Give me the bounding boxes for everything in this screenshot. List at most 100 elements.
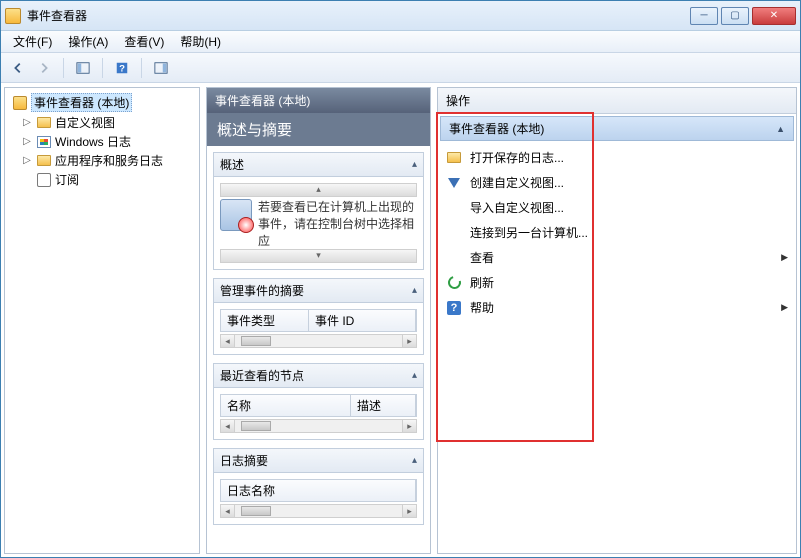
- actions-header: 操作: [438, 88, 796, 114]
- details-header: 事件查看器 (本地): [207, 88, 430, 113]
- action-import-custom-view[interactable]: 导入自定义视图...: [440, 195, 794, 220]
- scroll-left-icon[interactable]: ◂: [221, 335, 235, 347]
- window-buttons: ─ ▢ ✕: [690, 7, 796, 25]
- actions-subheader[interactable]: 事件查看器 (本地) ▲: [440, 116, 794, 141]
- grid-header: 名称 描述: [220, 394, 417, 417]
- scroll-left-icon[interactable]: ◂: [221, 505, 235, 517]
- tree-app-logs[interactable]: ▷ 应用程序和服务日志: [7, 151, 197, 170]
- action-help[interactable]: ? 帮助 ▶: [440, 295, 794, 320]
- tree-label: 应用程序和服务日志: [55, 152, 163, 169]
- content-area: 事件查看器 (本地) ▷ 自定义视图 ▷ Windows 日志 ▷ 应用程序和服…: [1, 83, 800, 557]
- back-button[interactable]: [7, 57, 29, 79]
- grid-header: 日志名称: [220, 479, 417, 502]
- submenu-arrow-icon: ▶: [781, 252, 788, 263]
- horizontal-scrollbar[interactable]: ◂ ▸: [220, 504, 417, 518]
- tree-windows-logs[interactable]: ▷ Windows 日志: [7, 132, 197, 151]
- column-name[interactable]: 名称: [221, 395, 351, 416]
- section-recent: 最近查看的节点 ▴ 名称 描述 ◂ ▸: [213, 363, 424, 440]
- app-icon: [5, 8, 21, 24]
- tree-custom-views[interactable]: ▷ 自定义视图: [7, 113, 197, 132]
- section-log-summary: 日志摘要 ▴ 日志名称 ◂ ▸: [213, 448, 424, 525]
- action-create-custom-view[interactable]: 创建自定义视图...: [440, 170, 794, 195]
- titlebar[interactable]: 事件查看器 ─ ▢ ✕: [1, 1, 800, 31]
- actions-subheader-label: 事件查看器 (本地): [449, 120, 544, 137]
- section-header[interactable]: 管理事件的摘要 ▴: [214, 279, 423, 303]
- action-label: 查看: [470, 249, 773, 266]
- scroll-left-icon[interactable]: ◂: [221, 420, 235, 432]
- help-button[interactable]: ?: [111, 57, 133, 79]
- scroll-right-icon[interactable]: ▸: [402, 335, 416, 347]
- tree-subscriptions[interactable]: 订阅: [7, 170, 197, 189]
- details-body: 概述 ▴ ▴ 若要查看已在计算机上出现的事件，请在控制台树中选择相应 ▾: [207, 146, 430, 553]
- folder-icon: [36, 115, 52, 131]
- folder-icon: [36, 153, 52, 169]
- help-icon: ?: [446, 300, 462, 316]
- section-title: 最近查看的节点: [220, 367, 304, 384]
- collapse-icon: ▲: [776, 124, 785, 134]
- section-title: 概述: [220, 156, 244, 173]
- column-event-id[interactable]: 事件 ID: [309, 310, 416, 331]
- scroll-down-button[interactable]: ▾: [220, 249, 417, 263]
- blank-icon: [446, 225, 462, 241]
- window-title: 事件查看器: [27, 7, 690, 24]
- collapse-icon: ▴: [412, 455, 417, 466]
- details-title: 概述与摘要: [207, 113, 430, 146]
- section-header[interactable]: 最近查看的节点 ▴: [214, 364, 423, 388]
- action-view[interactable]: 查看 ▶: [440, 245, 794, 270]
- menu-file[interactable]: 文件(F): [5, 31, 60, 52]
- open-folder-icon: [446, 150, 462, 166]
- section-body: 日志名称 ◂ ▸: [214, 473, 423, 524]
- scroll-thumb[interactable]: [241, 506, 271, 516]
- horizontal-scrollbar[interactable]: ◂ ▸: [220, 419, 417, 433]
- scroll-thumb[interactable]: [241, 336, 271, 346]
- close-button[interactable]: ✕: [752, 7, 796, 25]
- expand-icon[interactable]: ▷: [21, 117, 33, 128]
- scroll-up-button[interactable]: ▴: [220, 183, 417, 197]
- blank-icon: [446, 200, 462, 216]
- collapse-icon: ▴: [412, 285, 417, 296]
- scroll-right-icon[interactable]: ▸: [402, 420, 416, 432]
- action-label: 帮助: [470, 299, 773, 316]
- section-summary: 管理事件的摘要 ▴ 事件类型 事件 ID ◂ ▸: [213, 278, 424, 355]
- scroll-thumb[interactable]: [241, 421, 271, 431]
- horizontal-scrollbar[interactable]: ◂ ▸: [220, 334, 417, 348]
- expand-icon[interactable]: ▷: [21, 136, 33, 147]
- maximize-button[interactable]: ▢: [721, 7, 749, 25]
- action-refresh[interactable]: 刷新: [440, 270, 794, 295]
- tree-root[interactable]: 事件查看器 (本地): [7, 92, 197, 113]
- refresh-icon: [446, 275, 462, 291]
- subscription-icon: [36, 172, 52, 188]
- menu-view[interactable]: 查看(V): [116, 31, 172, 52]
- minimize-button[interactable]: ─: [690, 7, 718, 25]
- column-event-type[interactable]: 事件类型: [221, 310, 309, 331]
- section-header[interactable]: 概述 ▴: [214, 153, 423, 177]
- forward-button[interactable]: [33, 57, 55, 79]
- column-desc[interactable]: 描述: [351, 395, 416, 416]
- grid-header: 事件类型 事件 ID: [220, 309, 417, 332]
- column-log-name[interactable]: 日志名称: [221, 480, 416, 501]
- menu-help[interactable]: 帮助(H): [172, 31, 229, 52]
- show-actions-button[interactable]: [150, 57, 172, 79]
- section-title: 日志摘要: [220, 452, 268, 469]
- action-label: 连接到另一台计算机...: [470, 224, 788, 241]
- section-body: ▴ 若要查看已在计算机上出现的事件，请在控制台树中选择相应 ▾: [214, 177, 423, 269]
- tree: 事件查看器 (本地) ▷ 自定义视图 ▷ Windows 日志 ▷ 应用程序和服…: [5, 88, 199, 193]
- section-body: 事件类型 事件 ID ◂ ▸: [214, 303, 423, 354]
- toolbar-separator: [63, 58, 64, 78]
- scroll-right-icon[interactable]: ▸: [402, 505, 416, 517]
- toolbar-separator: [141, 58, 142, 78]
- windows-icon: [36, 134, 52, 150]
- section-header[interactable]: 日志摘要 ▴: [214, 449, 423, 473]
- collapse-icon: ▴: [412, 159, 417, 170]
- expand-icon[interactable]: ▷: [21, 155, 33, 166]
- toolbar-separator: [102, 58, 103, 78]
- show-tree-button[interactable]: [72, 57, 94, 79]
- svg-text:?: ?: [119, 63, 125, 74]
- app-window: 事件查看器 ─ ▢ ✕ 文件(F) 操作(A) 查看(V) 帮助(H) ? 事件…: [0, 0, 801, 558]
- action-open-saved-log[interactable]: 打开保存的日志...: [440, 145, 794, 170]
- actions-list: 打开保存的日志... 创建自定义视图... 导入自定义视图... 连接到另一台计…: [438, 143, 796, 322]
- tree-label: 订阅: [55, 171, 79, 188]
- action-label: 导入自定义视图...: [470, 199, 788, 216]
- menu-action[interactable]: 操作(A): [60, 31, 116, 52]
- action-connect-computer[interactable]: 连接到另一台计算机...: [440, 220, 794, 245]
